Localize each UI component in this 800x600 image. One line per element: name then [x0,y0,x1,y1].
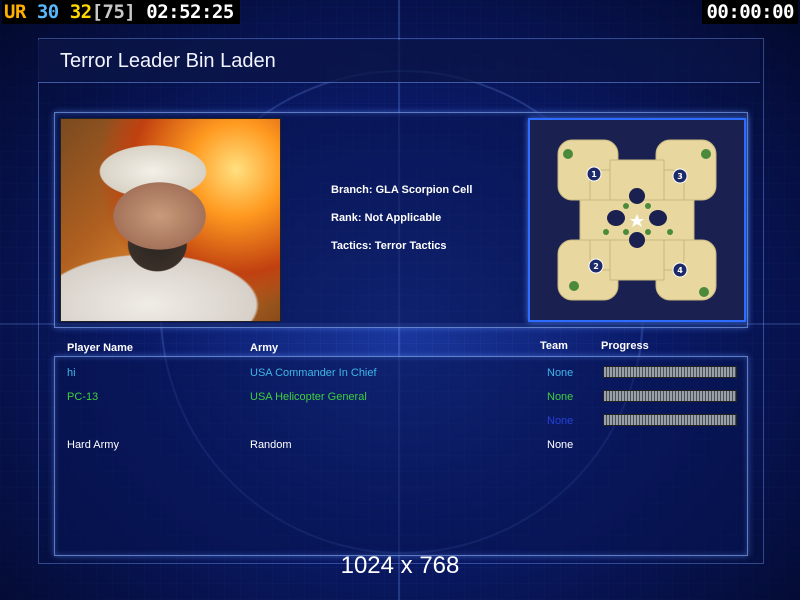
progress-bar [603,414,737,426]
player-team: None [547,439,574,451]
player-army: Random [250,439,292,451]
start-position-1: 1 [591,170,597,179]
hud-value-2: 32 [69,1,92,23]
column-header-progress: Progress [601,340,649,352]
tactics-text: Tactics: Terror Tactics [331,240,447,252]
hud-timer: 00:00:00 [702,0,798,24]
player-army: USA Commander In Chief [250,367,377,379]
page-title: Terror Leader Bin Laden [60,50,276,72]
player-team: None [547,391,574,403]
player-army: USA Helicopter General [250,391,367,403]
start-position-2: 2 [593,262,599,271]
player-name: PC-13 [67,391,99,403]
hud-stats: UR 30 32[75] 02:52:25 [2,0,240,24]
resolution-label: 1024 x 768 [340,552,460,579]
player-row: PC-13 USA Helicopter General None [0,390,800,411]
branch-text: Branch: GLA Scorpion Cell [331,184,473,196]
start-position-3: 3 [677,172,683,181]
progress-bar [603,366,737,378]
hud-clock: 02:52:25 [146,1,234,23]
hud-value-1: 30 [36,1,59,23]
player-team: None [547,367,574,379]
map-preview: 1 3 2 4 [528,118,746,322]
player-team: None [547,415,574,427]
player-name: Hard Army [67,439,119,451]
player-row: Hard Army Random None [0,439,800,459]
start-position-4: 4 [677,266,683,275]
hud-value-3: [75] [91,1,136,23]
rank-text: Rank: Not Applicable [331,212,442,224]
column-header-army: Army [250,342,279,354]
player-row: hi USA Commander In Chief None [0,366,800,387]
column-header-player: Player Name [67,342,134,354]
hud-ur-label: UR [4,1,26,23]
player-name: hi [67,367,76,379]
player-row: None [0,414,800,435]
general-portrait [60,118,281,322]
column-header-team: Team [540,340,568,352]
progress-bar [603,390,737,402]
